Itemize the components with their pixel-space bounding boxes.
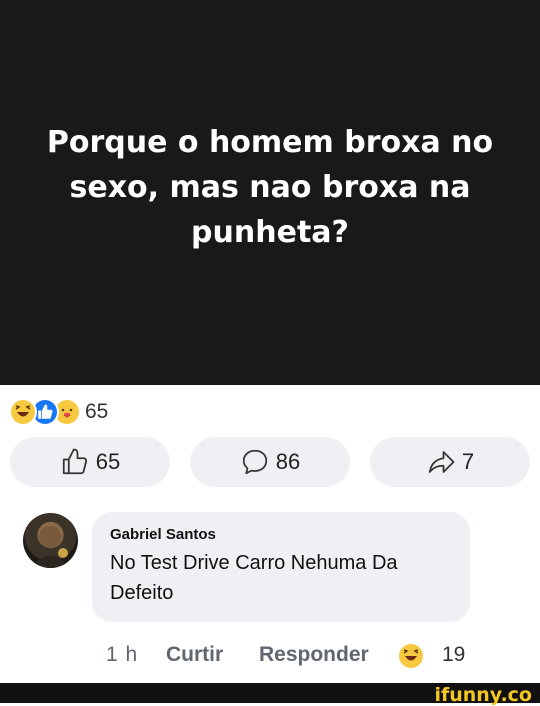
like-count: 65 (95, 449, 121, 474)
haha-reaction-icon (9, 398, 37, 426)
reactions-summary[interactable]: 65 (9, 396, 108, 428)
like-button[interactable]: 65 (10, 437, 170, 487)
comment-time: 1 h (106, 643, 139, 666)
thumbs-up-icon (62, 448, 87, 475)
comment-count: 86 (275, 449, 301, 474)
post-text: Porque o homem broxa no sexo, mas nao br… (46, 125, 494, 250)
share-icon (428, 451, 455, 473)
avatar[interactable] (23, 513, 78, 568)
comment-reply-button[interactable]: Responder (259, 640, 369, 670)
share-count: 7 (461, 449, 475, 474)
comment-icon (242, 449, 267, 475)
comment-bubble: Gabriel Santos No Test Drive Carro Nehum… (92, 512, 470, 622)
comment-author[interactable]: Gabriel Santos (110, 526, 452, 543)
comment-reaction-count: 19 (442, 643, 466, 666)
share-button[interactable]: 7 (370, 437, 530, 487)
post-card: Porque o homem broxa no sexo, mas nao br… (0, 0, 540, 385)
comment-text: No Test Drive Carro Nehuma Da Defeito (110, 552, 398, 604)
haha-reaction-icon (399, 644, 423, 668)
comment-button[interactable]: 86 (190, 437, 350, 487)
reaction-count: 65 (85, 400, 109, 423)
comment-like-button[interactable]: Curtir (166, 640, 223, 670)
